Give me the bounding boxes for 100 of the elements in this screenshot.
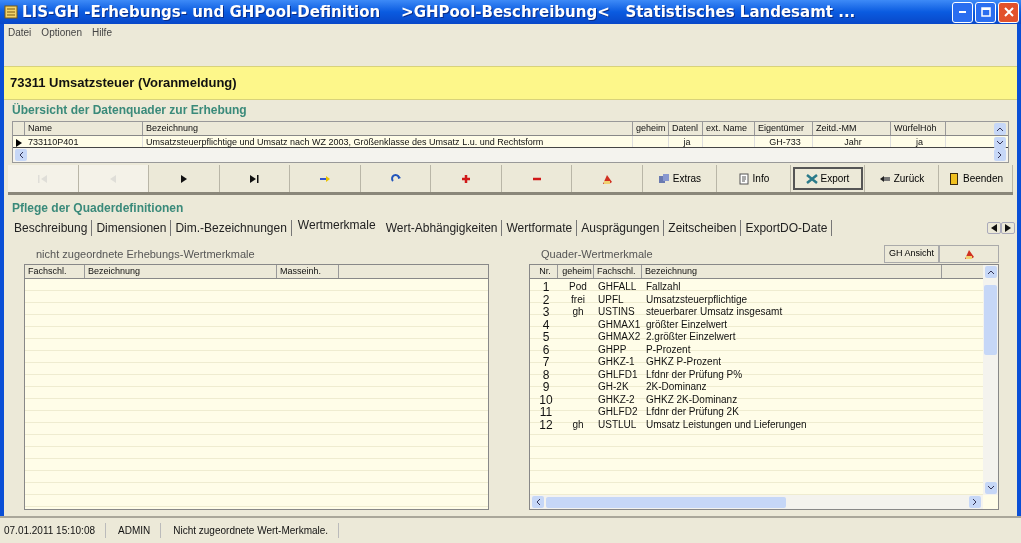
table-cell-text: 11 xyxy=(538,406,554,419)
menu-item[interactable]: Hilfe xyxy=(91,25,112,40)
app-icon xyxy=(4,5,18,19)
scrollbar-thumb[interactable] xyxy=(984,285,997,355)
table-cell-text: gh xyxy=(571,418,585,431)
scroll-down-icon xyxy=(984,482,997,494)
table-cell-text: GHLFD1 xyxy=(597,368,639,381)
tab[interactable]: Wertformate xyxy=(502,219,578,236)
table-cell-text: 9 xyxy=(541,381,551,394)
status-text: 07.01.2011 15:10:08 xyxy=(2,523,106,538)
tab[interactable]: ExportDO-Date xyxy=(741,219,833,236)
column-header: Bezeichnung xyxy=(642,265,942,278)
minimize-button[interactable] xyxy=(952,1,973,23)
scroll-up-icon xyxy=(984,266,997,278)
tab[interactable]: Beschreibung xyxy=(10,219,93,236)
view-button[interactable]: GH Ansicht xyxy=(883,245,939,263)
scroll-left-icon xyxy=(532,496,544,508)
table-cell-text: 7 xyxy=(541,356,551,369)
close-icon xyxy=(1003,7,1014,17)
table-cell-text: Lfdnr der Prüfung 2K xyxy=(645,406,740,419)
column-header: Masseinh. xyxy=(277,265,339,278)
close-button[interactable] xyxy=(998,1,1019,23)
tab-scroll-left-button[interactable] xyxy=(987,221,1001,234)
last-icon xyxy=(248,172,261,185)
pane-title: nicht zugeordnete Erhebungs-Wertmerkmale xyxy=(36,246,255,262)
tab[interactable]: Dim.-Bezeichnungen xyxy=(171,219,292,236)
menu-item[interactable]: Optionen xyxy=(41,25,82,40)
column-header: Eigentümer xyxy=(755,122,813,135)
column-header: Fachschl. xyxy=(594,265,642,278)
header-title: 73311 Umsatzsteuer (Voranmeldung) xyxy=(10,74,237,93)
scroll-up-icon xyxy=(994,122,1006,135)
column-header: Bezeichnung xyxy=(143,122,633,135)
tab[interactable]: Ausprägungen xyxy=(577,219,665,236)
table-cell-text: frei xyxy=(570,293,586,306)
table-cell-text: 4 xyxy=(541,318,551,331)
right-arrow-icon xyxy=(1005,223,1011,232)
table-cell-text: 2 xyxy=(541,293,551,306)
tab-scroll-right-button[interactable] xyxy=(1001,221,1015,234)
table-cell-text: GH-2K xyxy=(597,381,630,394)
table-cell: 733110P401 xyxy=(25,136,143,147)
table-cell-text: Umsatzsteuerpflichtige xyxy=(645,293,749,306)
table-cell-text: USTLUL xyxy=(597,418,638,431)
window-title: LIS-GH -Erhebungs- und GHPool-Definition >GHPool-Beschreibung< Statistisches Landesamt ... xyxy=(22,1,857,23)
minimize-icon xyxy=(959,11,966,13)
column-header: Datenl xyxy=(669,122,703,135)
column-header: Nr. xyxy=(530,265,558,278)
table-cell-text: GHMAX1 xyxy=(597,318,642,331)
scroll-right-icon xyxy=(994,149,1006,161)
table-cell-text: gh xyxy=(571,306,585,319)
table-cell-text: P-Prozent xyxy=(645,343,692,356)
column-header: ext. Name xyxy=(703,122,755,135)
table-cell: Jahr xyxy=(813,136,891,147)
table-cell-text: Umsatz Leistungen und Lieferungen xyxy=(645,418,808,431)
table-cell-text: GHLFD2 xyxy=(597,406,639,419)
table-cell-text: 8 xyxy=(541,368,551,381)
tab[interactable]: Wert-Abhängigkeiten xyxy=(381,219,503,236)
tab[interactable]: Dimensionen xyxy=(92,219,172,236)
table-cell: ja xyxy=(891,136,946,147)
scroll-left-icon xyxy=(15,149,27,161)
pane-title: Quader-Wertmerkmale xyxy=(541,246,653,262)
table-cell-text: GHMAX2 xyxy=(597,331,642,344)
table-cell-text: 10 xyxy=(538,393,554,406)
menu-item[interactable]: Datei xyxy=(8,25,32,40)
table-cell-text: 6 xyxy=(541,343,551,356)
table-cell-text: 12 xyxy=(538,418,554,431)
column-header: geheim xyxy=(558,265,594,278)
section-title: Pflege der Quaderdefinitionen xyxy=(12,200,184,217)
left-arrow-icon xyxy=(991,223,997,232)
table-cell-text: USTINS xyxy=(597,306,636,319)
maximize-button[interactable] xyxy=(975,1,996,23)
table-cell-text: 1 xyxy=(541,281,551,294)
maximize-icon xyxy=(980,7,991,17)
tab[interactable]: Zeitscheiben xyxy=(664,219,742,236)
scrollbar-thumb[interactable] xyxy=(546,496,786,508)
table-cell-text: UPFL xyxy=(597,293,625,306)
section-title: Übersicht der Datenquader zur Erhebung xyxy=(12,102,247,119)
table-cell: Umsatzsteuerpflichtige und Umsatz nach WZ 2003, Größenklasse des Umsatz L.u. und Rechtsform xyxy=(143,136,633,147)
tab[interactable]: Wertmerkmale xyxy=(291,216,382,233)
table-cell-text: 2K-Dominanz xyxy=(645,381,708,394)
table-cell-text: steuerbarer Umsatz insgesamt xyxy=(645,306,784,319)
table-cell-text: Lfdnr der Prüfung P% xyxy=(645,368,744,381)
table-cell-text: größter Einzelwert xyxy=(645,318,729,331)
table-cell-text: GHPP xyxy=(597,343,628,356)
column-header: Fachschl. xyxy=(25,265,85,278)
export-button[interactable]: Export xyxy=(790,165,865,192)
column-header: geheim xyxy=(633,122,669,135)
table-cell-text: GHFALL xyxy=(597,281,638,294)
table-cell-text: Fallzahl xyxy=(645,281,682,294)
scroll-down-icon xyxy=(994,136,1006,149)
table-cell: GH-733 xyxy=(755,136,813,147)
table-cell-text: 3 xyxy=(541,306,551,319)
table-cell-text: GHKZ P-Prozent xyxy=(645,356,723,369)
column-header: WürfelHöh xyxy=(891,122,946,135)
table-cell-text: 5 xyxy=(541,331,551,344)
status-text: Nicht zugeordnete Wert-Merkmale. xyxy=(171,523,340,538)
status-text: ADMIN xyxy=(116,523,162,538)
delete-button[interactable] xyxy=(939,245,999,263)
scroll-right-icon xyxy=(969,496,981,508)
extras-icon xyxy=(657,172,670,185)
table-cell-text: GHKZ 2K-Dominanz xyxy=(645,393,739,406)
